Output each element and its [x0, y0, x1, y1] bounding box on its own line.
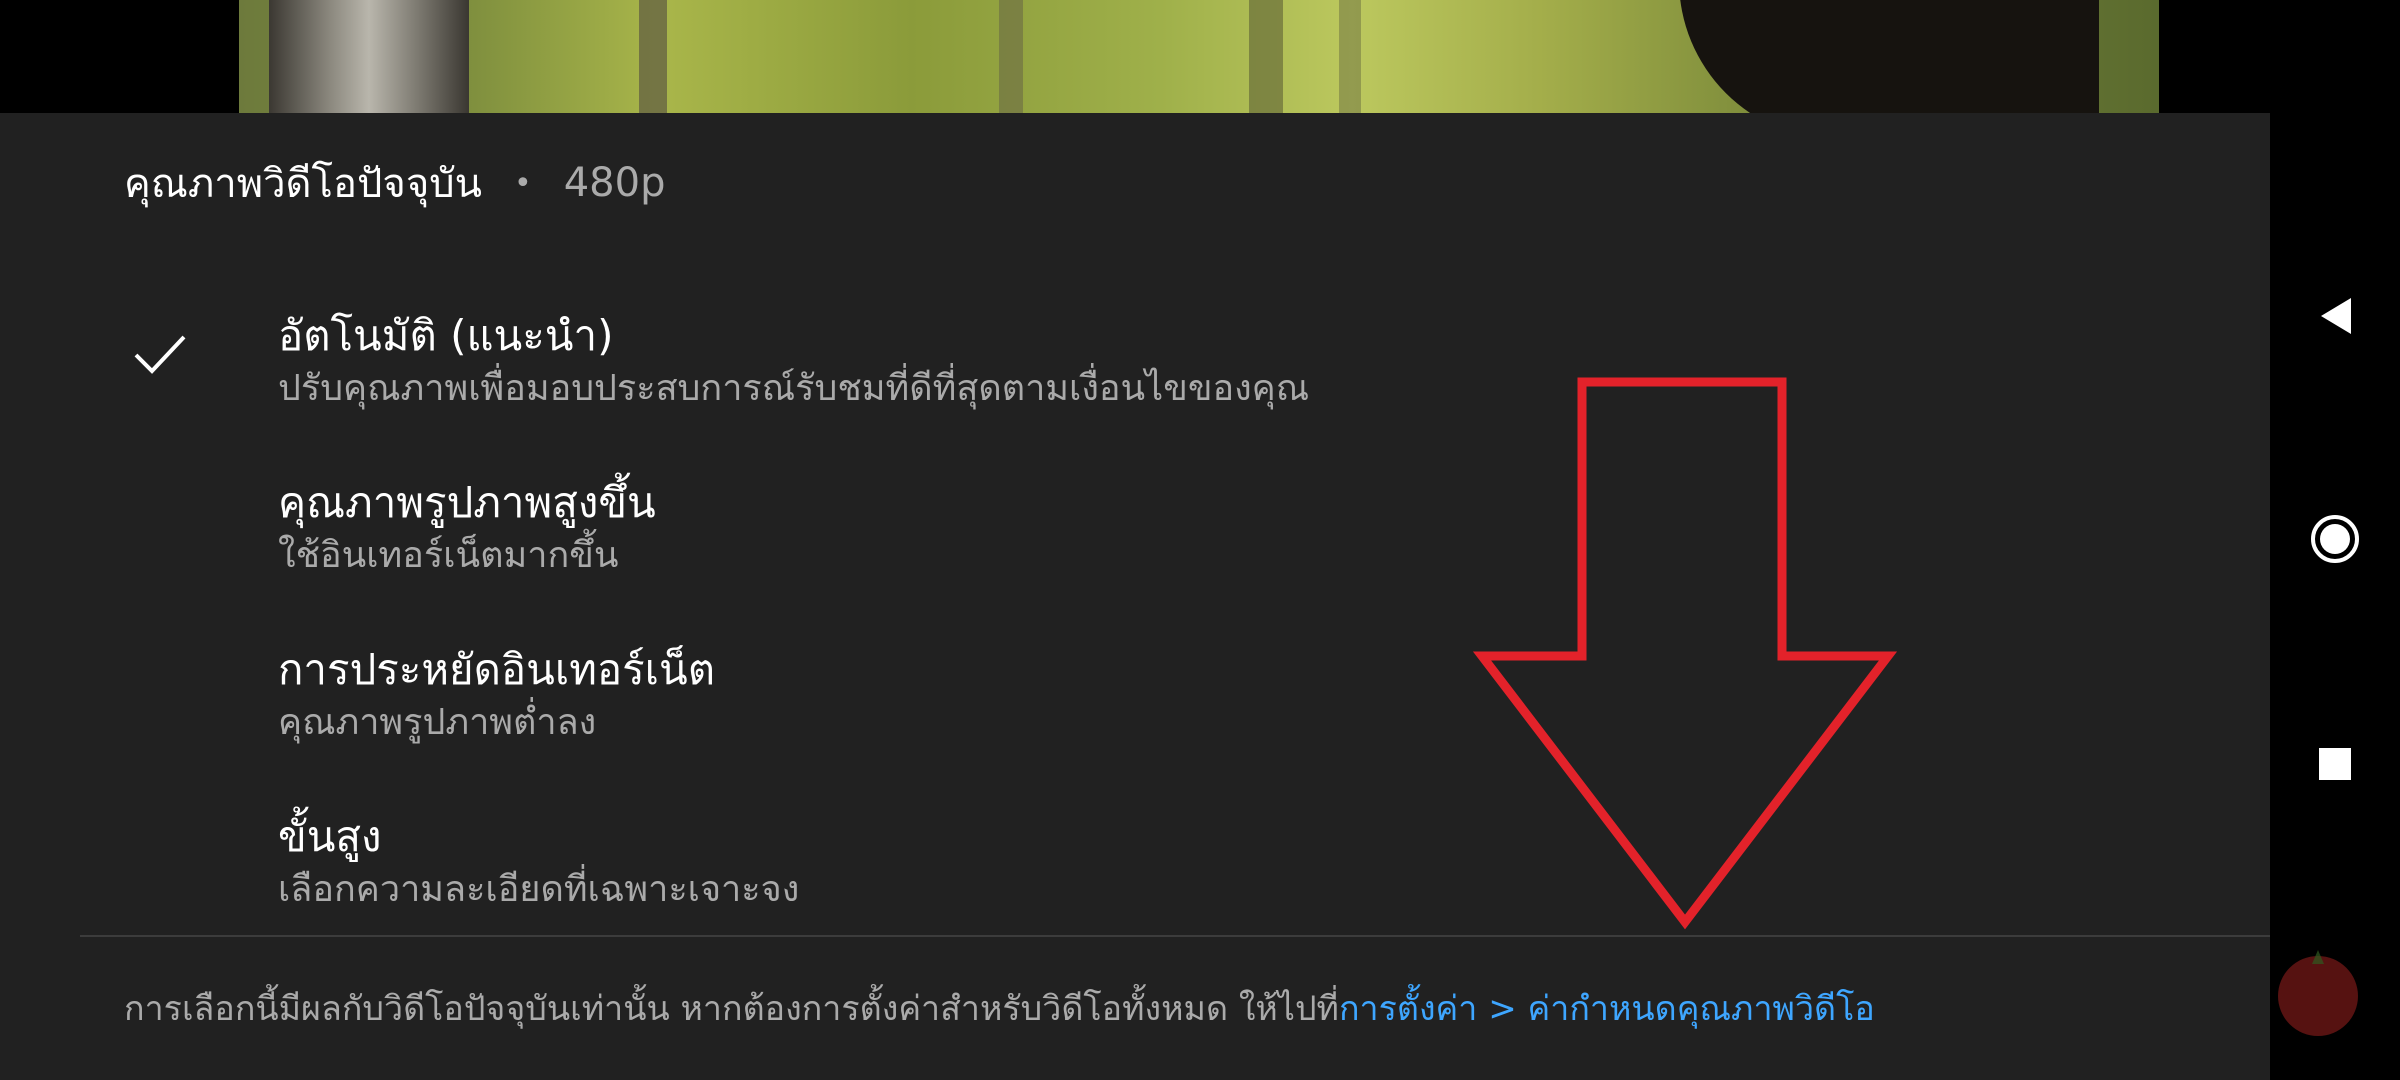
current-quality-label: คุณภาพวิดีโอปัจจุบัน — [124, 161, 483, 207]
video-player-background[interactable] — [239, 0, 2159, 113]
current-quality-header: คุณภาพวิดีโอปัจจุบัน • 480p — [124, 153, 665, 213]
back-icon — [2321, 298, 2351, 334]
tree-trunk — [1339, 0, 1361, 113]
video-dark-object — [1679, 0, 2099, 113]
checkmark-icon — [134, 335, 186, 374]
quality-bottom-sheet: คุณภาพวิดีโอปัจจุบัน • 480p อัตโนมัติ (แ… — [0, 113, 2270, 1080]
option-subtitle: ปรับคุณภาพเพื่อมอบประสบการณ์รับชมที่ดีที… — [278, 368, 1310, 409]
recents-button[interactable] — [2270, 709, 2400, 819]
red-arrow-annotation — [1472, 377, 1898, 930]
screen: คุณภาพวิดีโอปัจจุบัน • 480p อัตโนมัติ (แ… — [0, 0, 2400, 1080]
settings-link[interactable]: การตั้งค่า > ค่ากำหนดคุณภาพวิดีโอ — [1339, 989, 1875, 1029]
option-subtitle: เลือกความละเอียดที่เฉพาะเจาะจง — [278, 869, 800, 910]
channel-watermark-logo — [2278, 950, 2358, 1036]
separator-dot: • — [514, 165, 532, 201]
divider — [80, 935, 2270, 937]
home-icon — [2311, 515, 2359, 563]
quality-option-auto[interactable]: อัตโนมัติ (แนะนำ) ปรับคุณภาพเพื่อมอบประส… — [0, 293, 2270, 453]
android-navigation-bar — [2270, 0, 2400, 1080]
option-subtitle: คุณภาพรูปภาพต่ำลง — [278, 702, 597, 743]
option-subtitle: ใช้อินเทอร์เน็ตมากขึ้น — [278, 535, 619, 576]
current-quality-value: 480p — [563, 160, 666, 206]
quality-option-advanced[interactable]: ขั้นสูง เลือกความละเอียดที่เฉพาะเจาะจง — [0, 794, 2270, 954]
recents-icon — [2319, 748, 2351, 780]
back-button[interactable] — [2270, 261, 2400, 371]
tree-trunk — [1249, 0, 1283, 113]
tree-trunk — [639, 0, 667, 113]
footer-text: การเลือกนี้มีผลกับวิดีโอปัจจุบันเท่านั้น… — [124, 989, 1339, 1029]
quality-option-data-saver[interactable]: การประหยัดอินเทอร์เน็ต คุณภาพรูปภาพต่ำลง — [0, 627, 2270, 787]
home-button[interactable] — [2270, 484, 2400, 594]
tree-trunk — [269, 0, 469, 113]
tree-trunk — [999, 0, 1023, 113]
footer-note: การเลือกนี้มีผลกับวิดีโอปัจจุบันเท่านั้น… — [124, 981, 2224, 1035]
quality-option-higher[interactable]: คุณภาพรูปภาพสูงขึ้น ใช้อินเทอร์เน็ตมากขึ… — [0, 460, 2270, 620]
